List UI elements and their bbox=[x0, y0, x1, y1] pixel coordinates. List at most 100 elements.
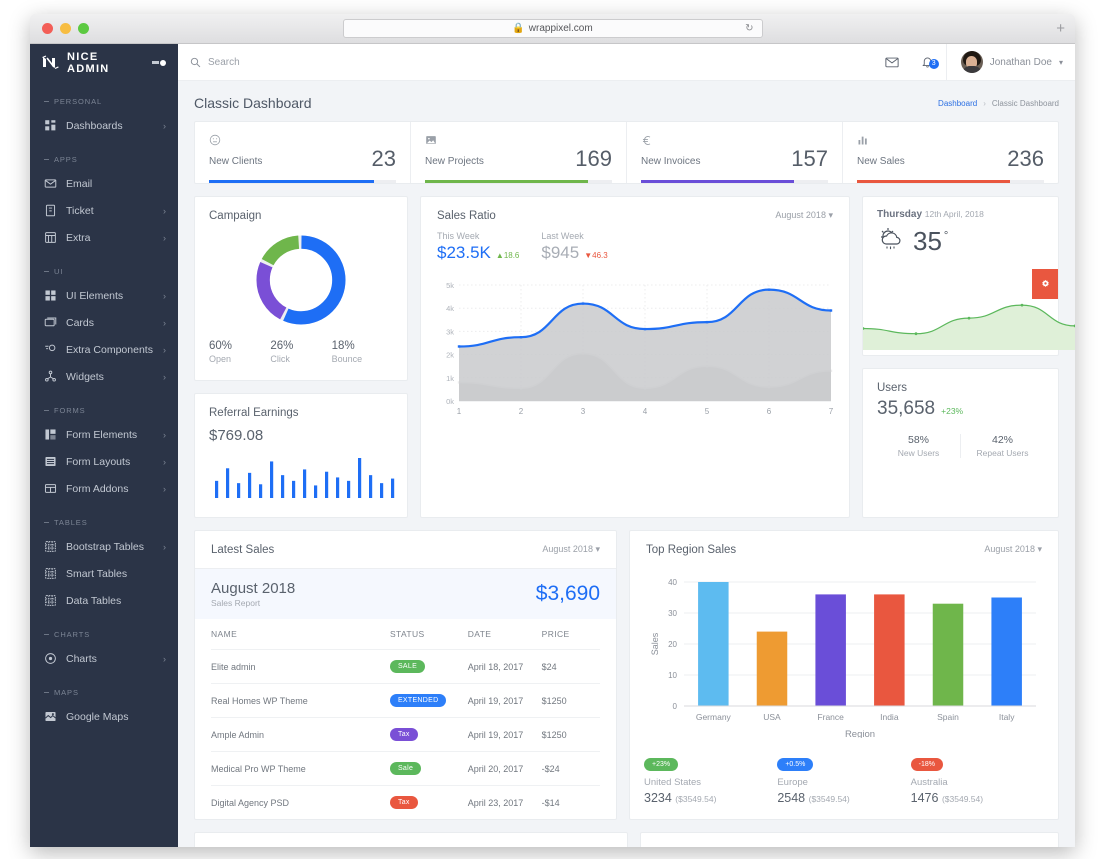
sparkline-bar bbox=[270, 461, 274, 498]
sidebar-item-cards[interactable]: Cards › bbox=[30, 309, 178, 336]
form-addons-icon bbox=[44, 482, 57, 495]
sidebar-item-form-elements[interactable]: Form Elements › bbox=[30, 421, 178, 448]
maximize-window-button[interactable] bbox=[78, 23, 89, 34]
sidebar-item-dashboards[interactable]: Dashboards › bbox=[30, 112, 178, 139]
settings-button[interactable] bbox=[1032, 269, 1058, 299]
table-body: Elite admin SALE April 18, 2017 $24 Real Hom… bbox=[211, 649, 600, 819]
referral-title: Referral Earnings bbox=[209, 407, 299, 419]
sidebar-item-data-tables[interactable]: Data Tables bbox=[30, 587, 178, 614]
sparkline-bar bbox=[303, 469, 307, 498]
this-week-label: This Week bbox=[437, 231, 480, 241]
campaign-legend-open: 60% Open bbox=[209, 340, 270, 364]
sidebar-item-label: Google Maps bbox=[66, 710, 129, 723]
region-badge: +0.5% bbox=[777, 758, 814, 771]
campaign-card: Campaign 60% Open 26% Click 18% Bounce bbox=[194, 196, 408, 381]
users-split-value: 58% bbox=[907, 434, 929, 446]
latest-sales-table: NAME STATUS DATE PRICE Elite admin SALE April… bbox=[211, 619, 600, 819]
stat-progress-track bbox=[857, 180, 1044, 183]
users-count-row: 35,658 +23% bbox=[863, 394, 1058, 420]
sparkline-bar bbox=[237, 483, 241, 498]
table-row[interactable]: Medical Pro WP Theme Sale April 20, 2017 -$… bbox=[211, 751, 600, 786]
sidebar-item-label: Bootstrap Tables bbox=[66, 540, 145, 553]
widgets-icon bbox=[44, 370, 57, 383]
browser-titlebar: 🔒 wrappixel.com ↻ + bbox=[30, 14, 1075, 44]
page-header: Classic Dashboard Dashboard › Classic Da… bbox=[178, 81, 1075, 121]
last-week-delta: 46.3 bbox=[592, 251, 608, 260]
sidebar-item-email[interactable]: Email bbox=[30, 170, 178, 197]
sidebar-item-label: Data Tables bbox=[66, 594, 122, 607]
top-region-sales-card: Top Region Sales August 2018 ▾ 0 10 20 30 40… bbox=[629, 530, 1059, 820]
sales-ratio-header: Sales Ratio August 2018 ▾ bbox=[421, 197, 849, 222]
sidebar-item-form-addons[interactable]: Form Addons › bbox=[30, 475, 178, 502]
sidebar-item-label: Extra Components bbox=[66, 343, 153, 356]
sales-ratio-metrics: This Week $23.5K ▲18.6 Last Week $945 ▼4… bbox=[421, 222, 849, 263]
components-icon bbox=[44, 343, 57, 356]
sidebar-item-extra-components[interactable]: Extra Components › bbox=[30, 336, 178, 363]
chevron-right-icon: › bbox=[163, 653, 166, 664]
sidebar-item-bootstrap-tables[interactable]: Bootstrap Tables › bbox=[30, 533, 178, 560]
address-bar[interactable]: 🔒 wrappixel.com ↻ bbox=[342, 19, 763, 38]
campaign-donut-chart bbox=[195, 222, 407, 334]
user-menu[interactable]: Jonathan Doe ▾ bbox=[945, 44, 1075, 80]
sidebar-item-widgets[interactable]: Widgets › bbox=[30, 363, 178, 390]
stat-card-new-clients: New Clients 23 bbox=[195, 122, 411, 183]
this-week-delta: 18.6 bbox=[503, 251, 520, 260]
logo-icon bbox=[42, 54, 59, 71]
latest-sales-table-wrap: NAME STATUS DATE PRICE Elite admin SALE April… bbox=[195, 619, 616, 819]
axis-tick-label: 2k bbox=[446, 351, 454, 360]
table-row[interactable]: Real Homes WP Theme EXTENDED April 19, 201… bbox=[211, 683, 600, 718]
bar-france bbox=[815, 594, 846, 706]
metric-this-week: This Week $23.5K ▲18.6 bbox=[437, 231, 519, 263]
sidebar-item-label: Form Layouts bbox=[66, 455, 131, 468]
sidebar-item-label: Widgets bbox=[66, 370, 104, 383]
chart-circle-icon bbox=[44, 652, 57, 665]
latest-sales-period-select[interactable]: August 2018 ▾ bbox=[542, 544, 600, 555]
sidebar-item-smart-tables[interactable]: Smart Tables bbox=[30, 560, 178, 587]
data-point bbox=[767, 288, 771, 291]
plus-icon[interactable]: + bbox=[1056, 20, 1065, 37]
mail-button[interactable] bbox=[874, 55, 910, 69]
table-row[interactable]: Digital Agency PSD Tax April 23, 2017 -$14 bbox=[211, 785, 600, 819]
sidebar-item-ui-elements[interactable]: UI Elements › bbox=[30, 282, 178, 309]
axis-tick-label: Italy bbox=[999, 712, 1015, 722]
window-controls[interactable] bbox=[30, 23, 89, 34]
reload-icon[interactable]: ↻ bbox=[745, 23, 753, 34]
table-header-row: NAME STATUS DATE PRICE bbox=[211, 619, 600, 650]
axis-tick-label: 3k bbox=[446, 327, 454, 336]
notifications-button[interactable]: 3 bbox=[910, 55, 946, 69]
close-window-button[interactable] bbox=[42, 23, 53, 34]
users-split-repeat-users: 42% Repeat Users bbox=[960, 434, 1044, 458]
table-row[interactable]: Ample Admin Tax April 19, 2017 $1250 bbox=[211, 717, 600, 752]
table-row[interactable]: Elite admin SALE April 18, 2017 $24 bbox=[211, 649, 600, 684]
breadcrumb-item-dashboard[interactable]: Dashboard bbox=[938, 99, 977, 108]
chevron-right-icon: › bbox=[163, 232, 166, 243]
brand[interactable]: NICE ADMIN bbox=[30, 44, 178, 81]
sidebar-section-maps: MAPS bbox=[30, 672, 178, 703]
sidebar-item-ticket[interactable]: Ticket › bbox=[30, 197, 178, 224]
table-icon bbox=[44, 594, 57, 607]
search-input[interactable]: Search bbox=[190, 57, 240, 68]
sidebar-item-google-maps[interactable]: Google Maps bbox=[30, 703, 178, 730]
stat-label: New Projects bbox=[425, 156, 484, 167]
sidebar-item-charts[interactable]: Charts › bbox=[30, 645, 178, 672]
sparkline-bar bbox=[358, 458, 362, 498]
url-text: wrappixel.com bbox=[528, 23, 593, 34]
campaign-legend-value: 26% bbox=[270, 340, 294, 352]
address-bar-wrapper[interactable]: 🔒 wrappixel.com ↻ bbox=[342, 19, 763, 38]
stat-progress-track bbox=[641, 180, 828, 183]
minimize-window-button[interactable] bbox=[60, 23, 71, 34]
users-split-value: 42% bbox=[991, 434, 1013, 446]
sidebar-item-label: Form Addons bbox=[66, 482, 129, 495]
banner-subtitle: Sales Report bbox=[211, 598, 261, 608]
sidebar-item-form-layouts[interactable]: Form Layouts › bbox=[30, 448, 178, 475]
campaign-legend-value: 18% bbox=[331, 340, 355, 352]
sales-ratio-period-select[interactable]: August 2018 ▾ bbox=[775, 210, 833, 221]
axis-tick-label: 4 bbox=[643, 407, 648, 416]
chevron-down-icon: ▾ bbox=[1058, 57, 1063, 67]
stat-card-new-sales: New Sales 236 bbox=[843, 122, 1058, 183]
top-region-period-select[interactable]: August 2018 ▾ bbox=[984, 544, 1042, 555]
referral-sparkline-chart bbox=[195, 444, 407, 517]
sidebar-toggle-button[interactable] bbox=[152, 59, 166, 66]
sidebar-item-extra[interactable]: Extra › bbox=[30, 224, 178, 251]
browser-window: 🔒 wrappixel.com ↻ + NICE ADMIN PERSONAL D… bbox=[30, 14, 1075, 847]
